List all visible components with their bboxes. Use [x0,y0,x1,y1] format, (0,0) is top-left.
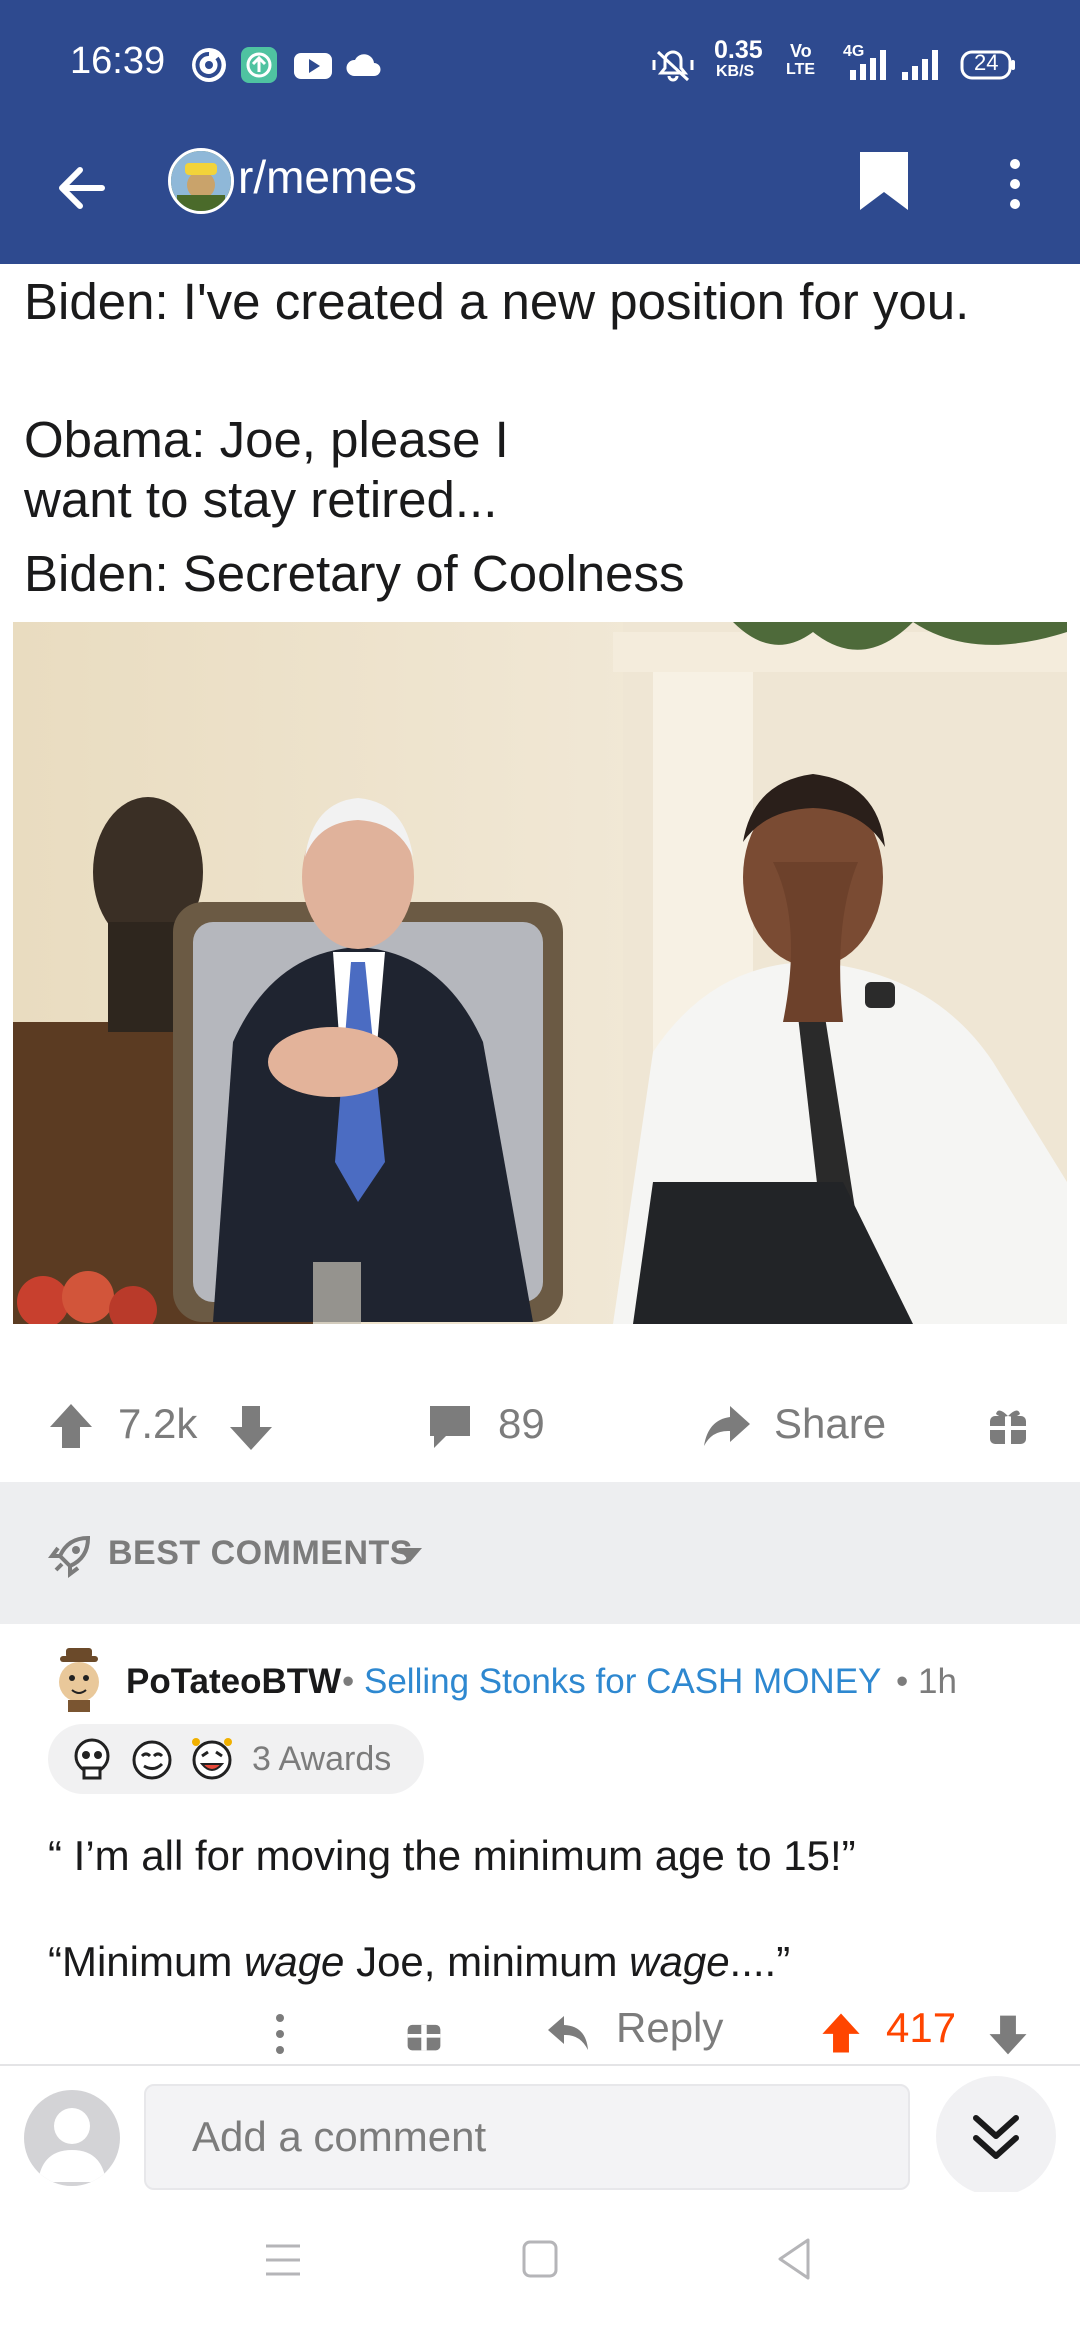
reply-icon[interactable] [546,2012,592,2054]
comment-author-avatar[interactable] [50,1648,108,1712]
user-avatar[interactable] [24,2090,120,2186]
comments-sort-bar[interactable]: BEST COMMENTS [0,1482,1080,1624]
volte-top: Vo [790,41,812,61]
share-icon[interactable] [700,1400,754,1452]
double-chevron-down-icon [973,2115,1019,2159]
subreddit-title[interactable]: r/memes [238,150,417,204]
comment-icon[interactable] [424,1400,476,1452]
laughing-award-icon [192,1738,232,1780]
subreddit-avatar[interactable] [168,148,234,214]
comment-score: 417 [886,2004,957,2051]
more-vertical-icon[interactable] [270,2012,290,2056]
upvote-icon[interactable] [46,1400,96,1452]
comment-input[interactable] [144,2084,910,2190]
signal-icon [902,50,938,80]
status-bar: 16:39 0.35 KB/S Vo LTE 4G 24 [0,0,1080,130]
comment-time: 1h [918,1662,957,1701]
rocket-icon [48,1535,91,1578]
comment-text-line-1: “ I’m all for moving the minimum age to … [48,1832,856,1879]
awards-count-label: 3 Awards [252,1740,392,1778]
comment-text-part: ....” [729,1938,791,1985]
cloud-icon [346,54,381,76]
comment-text-part: Joe, minimum [344,1938,630,1985]
comment-text-part: “Minimum [48,1938,244,1985]
downvote-icon[interactable] [986,2012,1030,2058]
add-comment-bar [0,2064,1080,2196]
comment-text-line-2: “Minimum wage Joe, minimum wage....” [48,1938,790,1986]
home-nav-icon[interactable] [520,2238,560,2280]
reply-button[interactable]: Reply [616,2004,723,2052]
gift-icon[interactable] [404,2014,444,2054]
back-nav-icon[interactable] [774,2236,814,2282]
comment-action-bar: Reply 417 [0,1996,1080,2066]
network-speed-unit: KB/S [716,63,755,80]
back-arrow-icon[interactable] [52,158,112,218]
post-image[interactable] [13,622,1067,1324]
vibrate-icon [652,50,694,82]
network-speed: 0.35 [714,36,763,64]
comments-sort-label[interactable]: BEST COMMENTS [108,1534,413,1573]
volte-bottom: LTE [786,61,816,78]
share-button[interactable]: Share [774,1400,886,1448]
status-time: 16:39 [70,40,166,82]
battery-level: 24 [974,50,999,75]
bookmark-icon[interactable] [856,148,912,214]
post-text-line-1: Biden: I've created a new position for y… [24,273,970,330]
more-vertical-icon[interactable] [1000,154,1030,214]
separator-dot: • [342,1662,355,1701]
post-text-line-2: Obama: Joe, please I want to stay retire… [24,411,509,528]
comment-author[interactable]: PoTateoBTW [126,1662,341,1702]
system-nav-bar [0,2192,1080,2340]
comment-text-italic: wage [629,1938,730,1985]
gift-icon[interactable] [986,1404,1030,1448]
skull-award-icon [74,1738,110,1780]
post-comment-count[interactable]: 89 [498,1400,545,1448]
upvote-icon[interactable] [818,2010,864,2056]
jump-to-next-button[interactable] [936,2076,1056,2196]
awards-pill[interactable]: 3 Awards [48,1724,424,1794]
post-text-line-3: Biden: Secretary of Coolness [24,545,685,602]
comment-author-flair: Selling Stonks for CASH MONEY [364,1662,882,1701]
post-score: 7.2k [118,1400,198,1447]
signal-icon [850,50,886,80]
swirl-app-icon [192,48,226,82]
smirk-award-icon [132,1740,172,1780]
youtube-icon [294,53,332,79]
chevron-down-icon[interactable] [396,1546,424,1564]
post-action-bar: 7.2k 89 Share [0,1370,1080,1480]
upload-app-icon [241,47,277,83]
comment-text-italic: wage [244,1938,345,1985]
downvote-icon[interactable] [226,1402,276,1454]
menu-nav-icon[interactable] [262,2240,304,2280]
app-header: r/memes [0,130,1080,264]
separator-dot: • [896,1662,909,1701]
